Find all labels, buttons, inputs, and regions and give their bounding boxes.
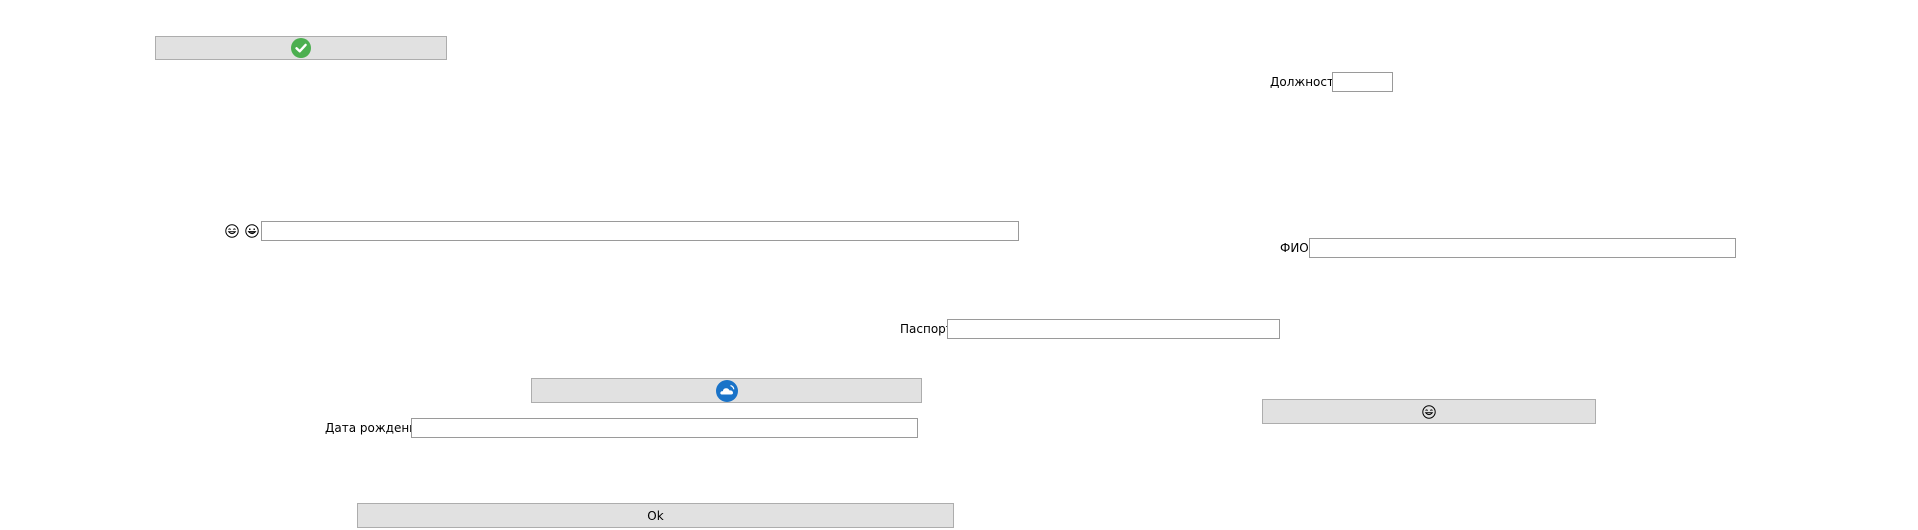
birth-date-label: Дата рождения — [325, 421, 425, 435]
full-name-field[interactable] — [1309, 238, 1736, 258]
position-label: Должность — [1270, 75, 1342, 89]
cloud-sync-icon — [715, 379, 738, 402]
check-circle-icon — [291, 38, 311, 58]
grinning-face-icon — [245, 224, 259, 238]
check-button[interactable] — [155, 36, 447, 60]
grinning-face-icon — [1422, 404, 1436, 419]
tears-of-joy-face-icon — [225, 224, 239, 238]
position-field[interactable] — [1332, 72, 1393, 92]
cloud-button[interactable] — [531, 378, 922, 403]
emoji-button[interactable] — [1262, 399, 1596, 424]
birth-date-field[interactable] — [411, 418, 918, 438]
passport-label: Паспорт — [900, 322, 953, 336]
full-name-label: ФИО — [1280, 241, 1309, 255]
passport-field[interactable] — [947, 319, 1280, 339]
emoji-text-field[interactable] — [261, 221, 1019, 241]
ok-button[interactable]: Ok — [357, 503, 954, 528]
